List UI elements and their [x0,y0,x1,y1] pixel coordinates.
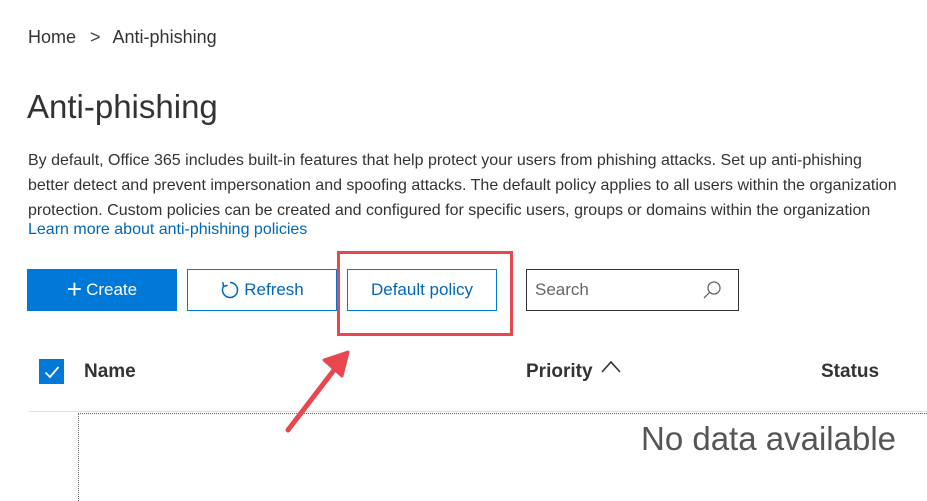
breadcrumb-current: Anti-phishing [112,27,217,47]
search-box[interactable] [526,269,739,311]
sort-ascending-icon[interactable] [600,358,622,374]
column-header-name[interactable]: Name [84,361,136,383]
column-header-status[interactable]: Status [821,361,879,383]
anti-phishing-page: Home > Anti-phishing Anti-phishing By defa… [0,0,927,501]
default-policy-label: Default policy [370,280,474,299]
empty-state-text: No data available [641,420,897,457]
description-line: By default, Office 365 includes built-in… [28,152,862,169]
refresh-button[interactable]: Refresh [187,269,337,311]
default-policy-button[interactable]: Default policy [347,269,497,311]
checkmark-icon [44,365,59,378]
create-button[interactable]: + Create [27,269,177,311]
plus-icon: + [66,273,83,304]
learn-more-link[interactable]: Learn more about anti-phishing policies [28,221,307,239]
page-description: By default, Office 365 includes built-in… [28,148,927,223]
description-line: protection. Custom policies can be creat… [28,202,871,219]
breadcrumb-home[interactable]: Home [28,27,76,47]
select-all-checkbox[interactable] [39,359,64,384]
search-input[interactable] [527,270,705,310]
table-header-divider [28,411,927,412]
refresh-icon [222,281,239,299]
refresh-button-label: Refresh [244,280,304,299]
breadcrumb: Home > Anti-phishing [28,27,217,48]
page-title: Anti-phishing [27,88,218,125]
create-button-label: Create [86,280,138,299]
search-icon[interactable] [702,280,722,300]
column-header-priority[interactable]: Priority [526,361,593,383]
breadcrumb-separator: > [90,27,101,47]
description-line: better detect and prevent impersonation … [28,177,897,194]
